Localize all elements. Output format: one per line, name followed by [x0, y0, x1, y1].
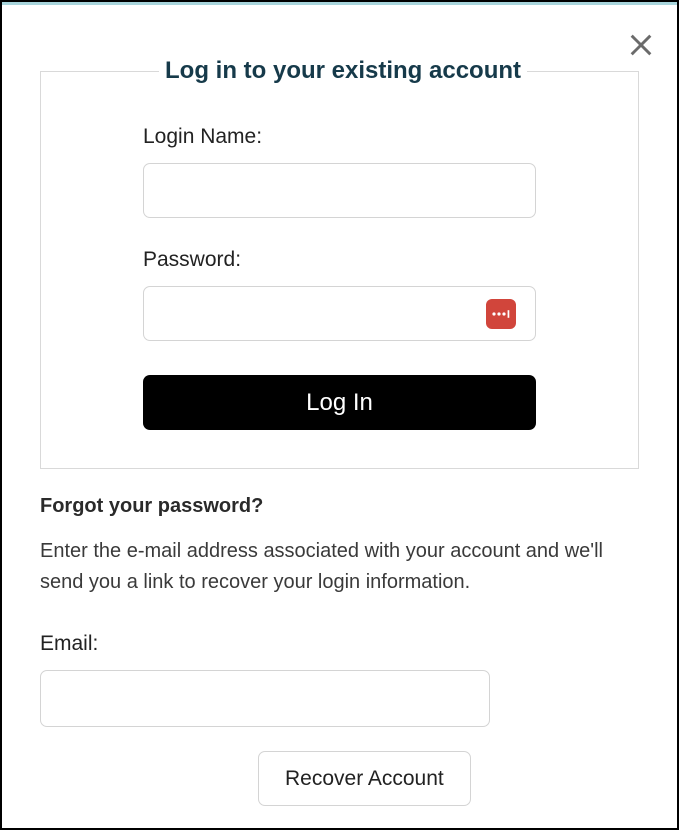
- password-wrapper: [143, 286, 536, 341]
- forgot-description: Enter the e-mail address associated with…: [40, 536, 639, 598]
- login-fieldset: Log in to your existing account Login Na…: [40, 57, 639, 469]
- password-group: Password:: [143, 248, 536, 341]
- recover-button[interactable]: Recover Account: [258, 751, 471, 806]
- email-input[interactable]: [40, 670, 490, 727]
- password-input[interactable]: [143, 286, 536, 341]
- login-name-label: Login Name:: [143, 125, 536, 149]
- forgot-title: Forgot your password?: [40, 495, 639, 518]
- login-button[interactable]: Log In: [143, 375, 536, 430]
- close-icon: [627, 31, 655, 59]
- forgot-section: Forgot your password? Enter the e-mail a…: [40, 495, 639, 806]
- login-name-input[interactable]: [143, 163, 536, 218]
- recover-row: Recover Account: [40, 751, 639, 806]
- password-label: Password:: [143, 248, 536, 272]
- email-label: Email:: [40, 632, 639, 656]
- login-legend: Log in to your existing account: [159, 57, 527, 85]
- password-manager-icon[interactable]: [486, 299, 516, 329]
- login-name-group: Login Name:: [143, 125, 536, 218]
- login-modal: Log in to your existing account Login Na…: [2, 2, 677, 828]
